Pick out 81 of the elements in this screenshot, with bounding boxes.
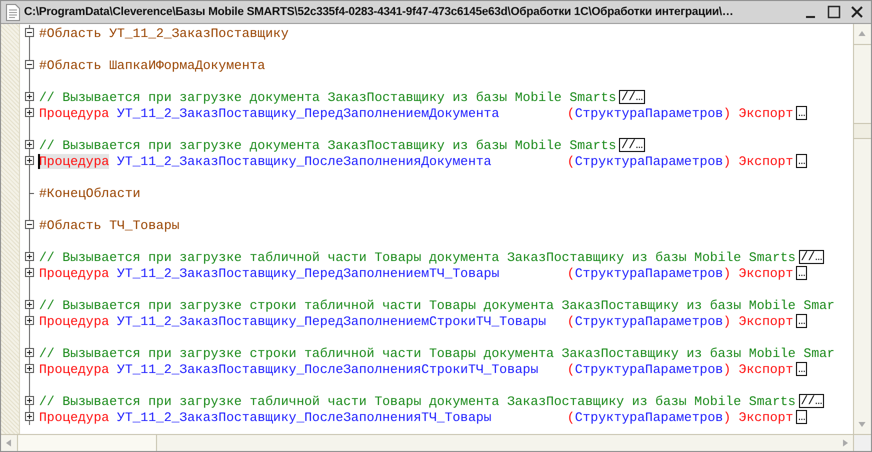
open-paren: ( — [567, 106, 575, 120]
export-keyword: Экспорт — [738, 266, 794, 280]
collapsed-body[interactable]: … — [796, 410, 808, 424]
parameter-name: СтруктураПараметров — [574, 362, 724, 376]
parameter-name: СтруктураПараметров — [574, 106, 724, 120]
collapsed-comment[interactable]: //… — [619, 90, 645, 104]
expand-icon[interactable] — [25, 252, 34, 261]
region-directive: #Область УТ_11_2_ЗаказПоставщику — [39, 26, 289, 40]
close-paren: ) — [723, 266, 731, 280]
procedure-name: УТ_11_2_ЗаказПоставщику_ПередЗаполнениемТЧ_Товары — [117, 266, 500, 280]
parameter-name: СтруктураПараметров — [574, 410, 724, 424]
region-directive: #Область ТЧ_Товары — [39, 218, 180, 232]
scrollbar-thumb[interactable] — [17, 435, 157, 451]
procedure-name: УТ_11_2_ЗаказПоставщику_ПередЗаполнениемДокумента — [117, 106, 500, 120]
close-paren: ) — [723, 410, 731, 424]
procedure-name: УТ_11_2_ЗаказПоставщику_ПередЗаполнениемСтрокиТЧ_Товары — [117, 314, 548, 328]
collapsed-body[interactable]: … — [796, 154, 808, 168]
collapse-icon[interactable] — [25, 220, 34, 229]
close-paren: ) — [723, 314, 731, 328]
parameter-name: СтруктураПараметров — [574, 266, 724, 280]
export-keyword: Экспорт — [738, 362, 794, 376]
collapsed-comment[interactable]: //… — [798, 250, 824, 264]
procedure-keyword: Процедура — [39, 410, 110, 424]
document-icon — [6, 4, 20, 20]
open-paren: ( — [567, 314, 575, 328]
collapsed-body[interactable]: … — [796, 314, 808, 328]
expand-icon[interactable] — [25, 316, 34, 325]
parameter-name: СтруктураПараметров — [574, 314, 724, 328]
open-paren: ( — [567, 362, 575, 376]
procedure-keyword: Процедура — [39, 362, 110, 376]
code-comment: // Вызывается при загрузке табличной части Товары документа ЗаказПоставщику из базы Mobile Smarts — [39, 394, 796, 408]
code-comment: // Вызывается при загрузке строки табличной части Товары документа ЗаказПоставщику из базы Mobile Smar — [39, 346, 835, 360]
procedure-keyword: Процедура — [39, 266, 110, 280]
collapsed-comment[interactable]: //… — [619, 138, 645, 152]
procedure-name: УТ_11_2_ЗаказПоставщику_ПослеЗаполненияСтрокиТЧ_Товары — [117, 362, 540, 376]
expand-icon[interactable] — [25, 140, 34, 149]
export-keyword: Экспорт — [738, 314, 794, 328]
scrollbar-thumb[interactable] — [854, 123, 871, 139]
export-keyword: Экспорт — [738, 410, 794, 424]
expand-icon[interactable] — [25, 396, 34, 405]
horizontal-scrollbar[interactable] — [1, 434, 853, 451]
procedure-keyword: Процедура — [39, 154, 110, 168]
collapsed-body[interactable]: … — [796, 362, 808, 376]
vertical-scrollbar[interactable] — [853, 24, 871, 451]
open-paren: ( — [567, 266, 575, 280]
expand-icon[interactable] — [25, 92, 34, 101]
close-paren: ) — [723, 154, 731, 168]
export-keyword: Экспорт — [738, 154, 794, 168]
expand-icon[interactable] — [25, 156, 34, 165]
region-directive: #Область ШапкаИФормаДокумента — [39, 58, 266, 72]
code-comment: // Вызывается при загрузке документа ЗаказПоставщику из базы Mobile Smarts — [39, 90, 616, 104]
expand-icon[interactable] — [25, 348, 34, 357]
collapse-icon[interactable] — [25, 28, 34, 37]
close-icon[interactable] — [849, 4, 865, 20]
expand-icon[interactable] — [25, 300, 34, 309]
procedure-name: УТ_11_2_ЗаказПоставщику_ПослеЗаполненияДокумента — [117, 154, 492, 168]
collapse-icon[interactable] — [25, 60, 34, 69]
maximize-icon[interactable] — [826, 4, 842, 20]
region-directive: #КонецОбласти — [39, 186, 140, 200]
expand-icon[interactable] — [25, 364, 34, 373]
expand-icon[interactable] — [25, 108, 34, 117]
parameter-name: СтруктураПараметров — [574, 154, 724, 168]
code-comment: // Вызывается при загрузке строки табличной части Товары документа ЗаказПоставщику из базы Mobile Smar — [39, 298, 835, 312]
collapsed-comment[interactable]: //… — [798, 394, 824, 408]
expand-icon[interactable] — [25, 412, 34, 421]
export-keyword: Экспорт — [738, 106, 794, 120]
scrollbar-corner — [854, 434, 871, 451]
window-title: C:\ProgramData\Cleverence\Базы Mobile SMARTS\52c335f4-0283-4341-9f47-473c6145e63d\Обработки 1С\Обработки интеграции\… — [24, 6, 734, 18]
expand-icon[interactable] — [25, 268, 34, 277]
collapsed-body[interactable]: … — [796, 266, 808, 280]
code-comment: // Вызывается при загрузке документа ЗаказПоставщику из базы Mobile Smarts — [39, 138, 616, 152]
procedure-keyword: Процедура — [39, 314, 110, 328]
open-paren: ( — [567, 154, 575, 168]
procedure-keyword: Процедура — [39, 106, 110, 120]
procedure-name: УТ_11_2_ЗаказПоставщику_ПослеЗаполненияТЧ_Товары — [117, 410, 492, 424]
text-cursor — [38, 154, 40, 168]
open-paren: ( — [567, 410, 575, 424]
collapsed-body[interactable]: … — [796, 106, 808, 120]
code-comment: // Вызывается при загрузке табличной части Товары документа ЗаказПоставщику из базы Mobile Smarts — [39, 250, 796, 264]
close-paren: ) — [723, 106, 731, 120]
close-paren: ) — [723, 362, 731, 376]
